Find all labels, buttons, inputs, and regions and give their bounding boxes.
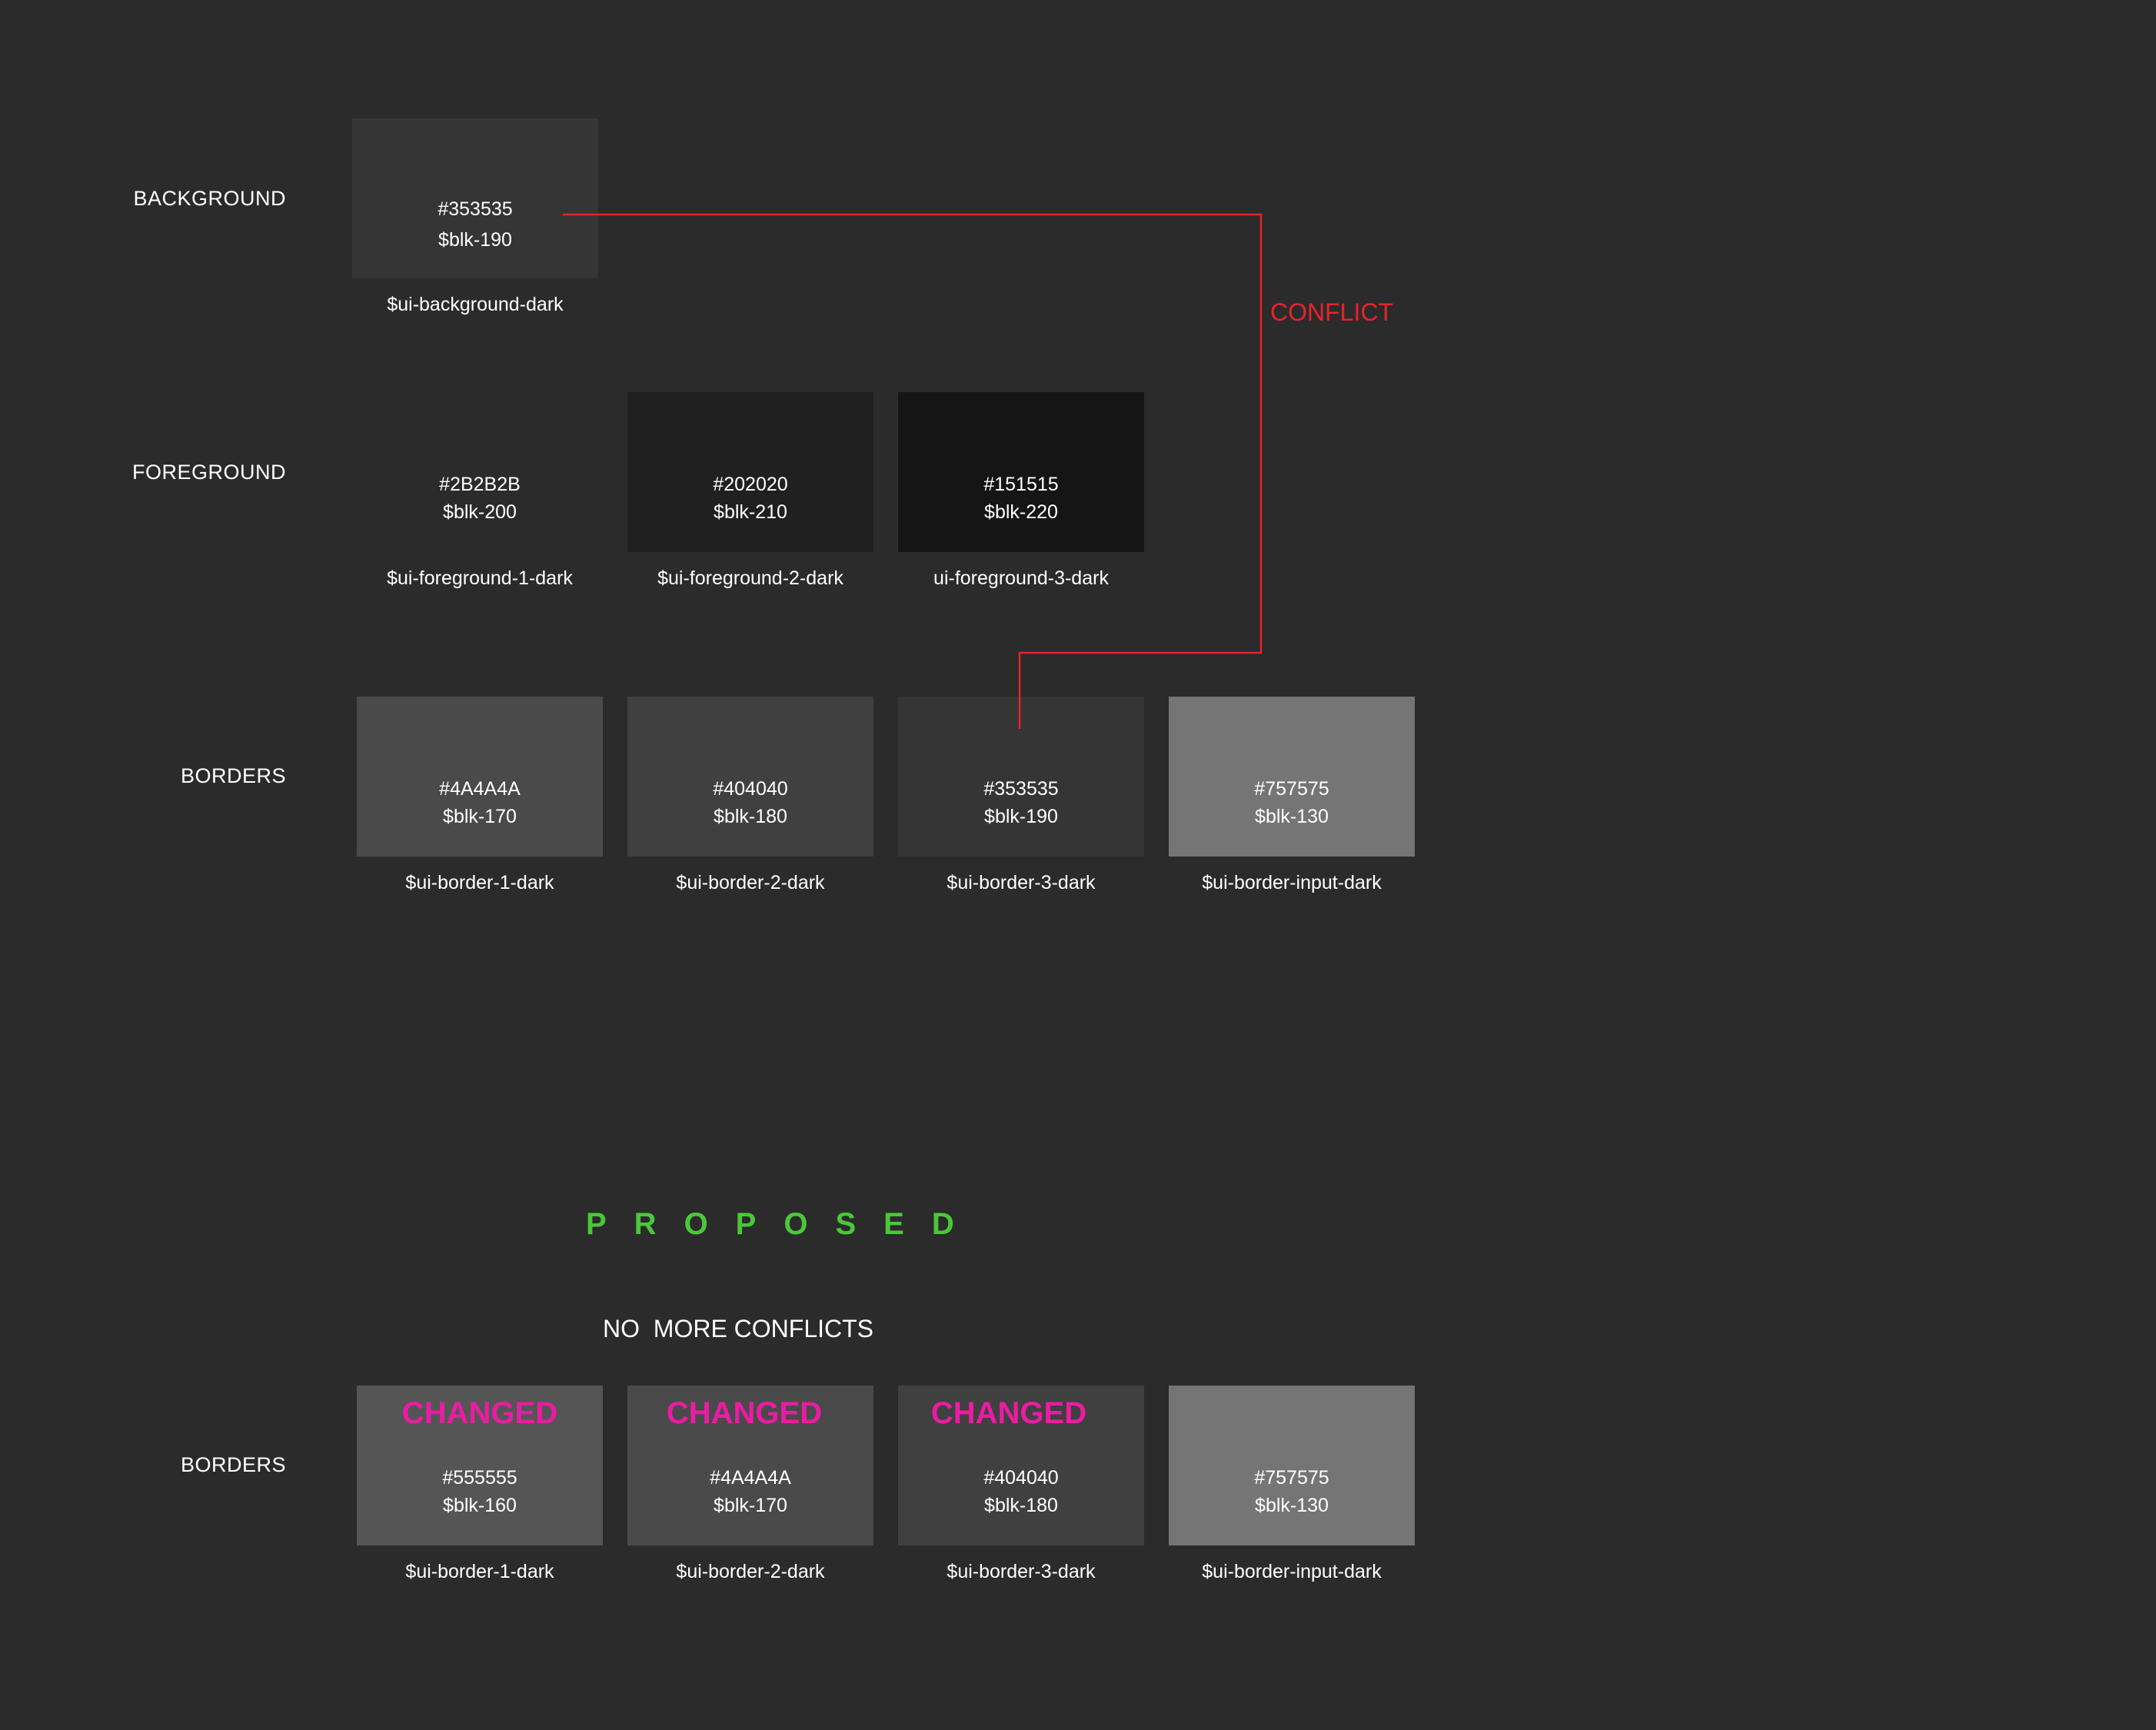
proposed-token-border-3: $ui-border-3-dark xyxy=(947,1561,1096,1582)
changed-badge: CHANGED xyxy=(930,1396,1087,1430)
swatch-variable: $blk-170 xyxy=(714,1495,787,1516)
changed-badge: CHANGED xyxy=(401,1396,558,1430)
conflict-path xyxy=(563,213,1263,729)
proposed-token-border-1: $ui-border-1-dark xyxy=(405,1561,554,1582)
proposed-subtitle: NO MORE CONFLICTS xyxy=(603,1315,874,1342)
proposed-swatch-border-2: CHANGED #4A4A4A $blk-170 xyxy=(627,1386,873,1545)
swatch-variable: $blk-180 xyxy=(984,1495,1058,1516)
swatch-hex: #404040 xyxy=(983,1467,1059,1489)
proposed-token-border-2: $ui-border-2-dark xyxy=(676,1561,825,1582)
proposed-swatch-border-3: CHANGED #404040 $blk-180 xyxy=(898,1386,1144,1545)
proposed-swatch-border-input: #757575 $blk-130 xyxy=(1169,1386,1415,1545)
conflict-label: CONFLICT xyxy=(1270,298,1393,326)
proposed-title: PROPOSED xyxy=(586,1207,982,1241)
proposed-token-border-input: $ui-border-input-dark xyxy=(1202,1561,1382,1582)
swatch-variable: $blk-160 xyxy=(443,1495,517,1516)
swatch-hex: #4A4A4A xyxy=(710,1467,791,1489)
swatch-hex: #757575 xyxy=(1254,1467,1329,1489)
swatch-variable: $blk-130 xyxy=(1255,1495,1329,1516)
swatch-hex: #555555 xyxy=(442,1467,517,1489)
proposed-swatch-border-1: CHANGED #555555 $blk-160 xyxy=(357,1386,603,1545)
changed-badge: CHANGED xyxy=(666,1396,823,1430)
